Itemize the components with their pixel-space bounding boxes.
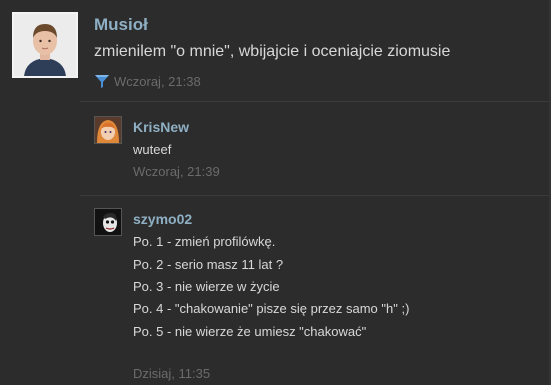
comment-text: wuteef xyxy=(133,142,172,157)
funnel-icon[interactable] xyxy=(94,73,110,89)
main-post-meta: Wczoraj, 21:38 xyxy=(94,73,201,89)
comment-author[interactable]: KrisNew xyxy=(133,119,189,135)
comment-time: Dzisiaj, 11:35 xyxy=(133,366,211,381)
comment-text-line: Po. 3 - nie wierze w życie xyxy=(133,279,280,294)
comment-text-line: Po. 4 - "chakowanie" pisze się przez sam… xyxy=(133,301,410,316)
anime-girl-avatar-image xyxy=(95,117,121,143)
joker-avatar-image xyxy=(95,209,121,235)
comment-author[interactable]: szymo02 xyxy=(133,211,192,227)
main-post-time: Wczoraj, 21:38 xyxy=(114,73,201,89)
comment-avatar-szymo02[interactable] xyxy=(94,208,122,236)
main-post-avatar[interactable] xyxy=(12,12,78,78)
comment-text-line: Po. 5 - nie wierze że umiesz "chakować" xyxy=(133,324,367,339)
divider xyxy=(80,195,551,196)
main-post-author[interactable]: Musioł xyxy=(94,15,148,35)
activity-feed: Musioł zmienilem "o mnie", wbijajcie i o… xyxy=(0,0,551,385)
divider xyxy=(80,101,551,102)
comment-text-line: Po. 2 - serio masz 11 lat ? xyxy=(133,257,284,272)
comment-avatar-krisnew[interactable] xyxy=(94,116,122,144)
main-post-text: zmienilem "o mnie", wbijajcie i oceniajc… xyxy=(94,43,451,60)
comment-text-line: Po. 1 - zmień profilówkę. xyxy=(133,234,276,249)
comment-time: Wczoraj, 21:39 xyxy=(133,164,220,179)
boy-portrait-image xyxy=(14,14,76,76)
